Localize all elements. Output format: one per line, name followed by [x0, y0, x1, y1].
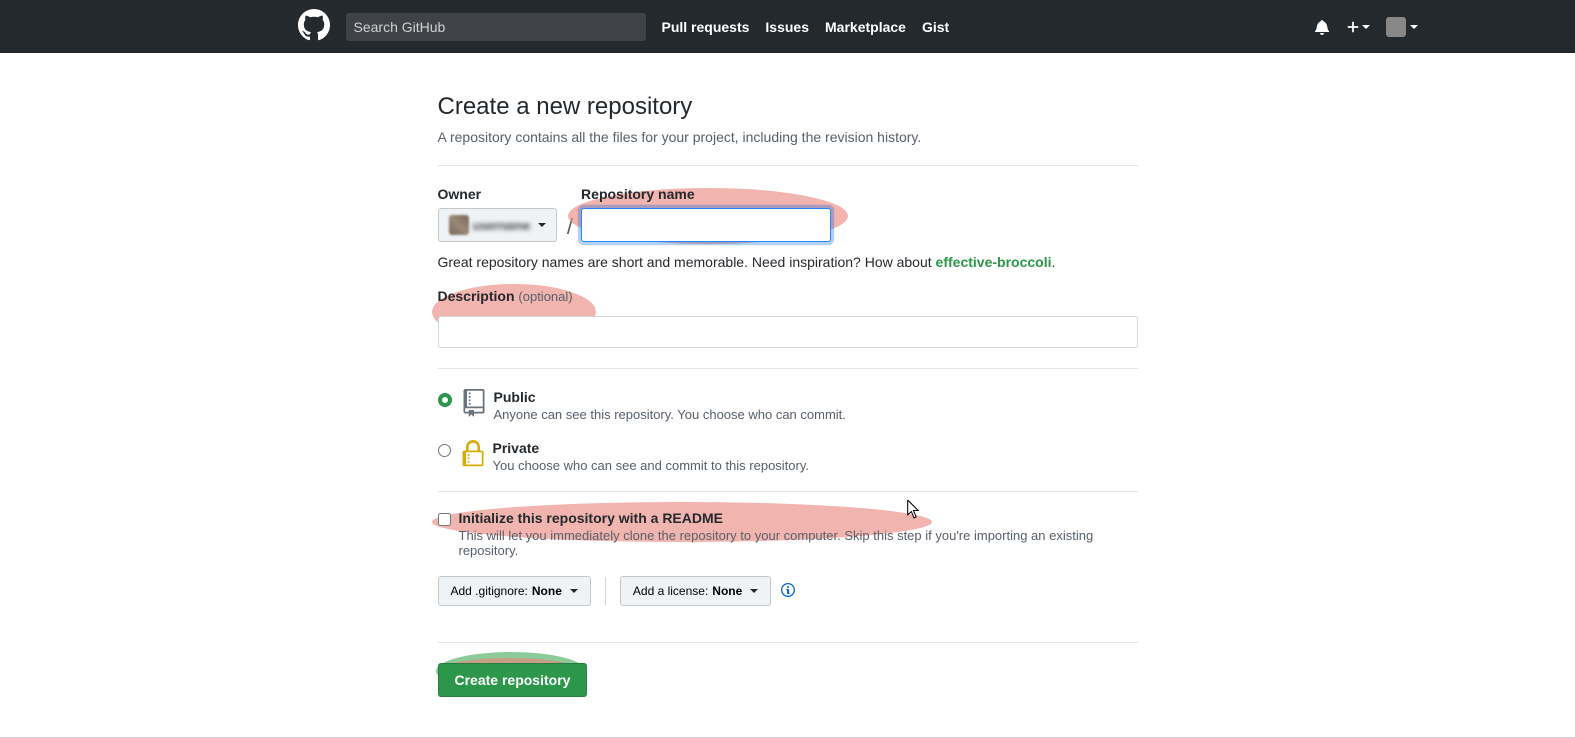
user-menu[interactable]: [1386, 17, 1418, 37]
public-title: Public: [494, 389, 846, 405]
page-title: Create a new repository: [438, 93, 1138, 121]
submit-row: Create repository: [438, 642, 1138, 737]
owner-name: username: [473, 218, 530, 233]
notifications-icon[interactable]: [1314, 19, 1330, 35]
caret-down-icon: [538, 223, 546, 227]
visibility-public-row[interactable]: Public Anyone can see this repository. Y…: [438, 389, 1138, 422]
create-repository-button[interactable]: Create repository: [438, 663, 588, 697]
init-readme-desc: This will let you immediately clone the …: [459, 528, 1138, 558]
page-subtitle: A repository contains all the files for …: [438, 129, 1138, 145]
caret-down-icon: [750, 589, 758, 593]
info-icon[interactable]: [781, 582, 795, 601]
search-input[interactable]: [346, 13, 646, 41]
init-readme-title: Initialize this repository with a README: [459, 510, 1138, 526]
visibility-section: Public Anyone can see this repository. Y…: [438, 368, 1138, 491]
repo-name-hint: Great repository names are short and mem…: [438, 254, 1138, 270]
owner-avatar: [449, 215, 469, 235]
caret-down-icon: [570, 589, 578, 593]
avatar: [1386, 17, 1406, 37]
owner-select[interactable]: username: [438, 208, 557, 242]
owner-field: Owner username: [438, 186, 557, 242]
nav-gist[interactable]: Gist: [922, 19, 949, 35]
private-desc: You choose who can see and commit to thi…: [493, 458, 810, 473]
repo-name-input[interactable]: [581, 208, 831, 242]
nav-marketplace[interactable]: Marketplace: [825, 19, 906, 35]
top-header: Pull requests Issues Marketplace Gist: [0, 0, 1575, 53]
lock-icon: [461, 440, 489, 471]
create-new-icon[interactable]: [1346, 20, 1370, 34]
visibility-private-radio[interactable]: [438, 444, 451, 457]
description-input[interactable]: [438, 316, 1138, 348]
public-desc: Anyone can see this repository. You choo…: [494, 407, 846, 422]
private-title: Private: [493, 440, 810, 456]
init-section: Initialize this repository with a README…: [438, 491, 1138, 624]
license-select[interactable]: Add a license: None: [620, 576, 771, 606]
gitignore-select[interactable]: Add .gitignore: None: [438, 576, 591, 606]
owner-label: Owner: [438, 186, 557, 202]
slash-separator: /: [567, 214, 573, 240]
visibility-private-row[interactable]: Private You choose who can see and commi…: [438, 440, 1138, 473]
repo-name-label: Repository name: [581, 186, 831, 202]
repo-name-suggestion[interactable]: effective-broccoli: [936, 254, 1052, 270]
github-logo-icon[interactable]: [298, 9, 330, 44]
top-nav: Pull requests Issues Marketplace Gist: [662, 19, 950, 35]
main-content: Create a new repository A repository con…: [438, 93, 1138, 737]
init-readme-checkbox[interactable]: [438, 513, 451, 526]
nav-issues[interactable]: Issues: [765, 19, 809, 35]
repo-name-field: Repository name: [581, 186, 831, 242]
description-label: Description (optional): [438, 288, 1138, 304]
nav-pull-requests[interactable]: Pull requests: [662, 19, 750, 35]
repo-icon: [462, 389, 490, 420]
separator: [605, 577, 606, 605]
visibility-public-radio[interactable]: [438, 393, 452, 407]
